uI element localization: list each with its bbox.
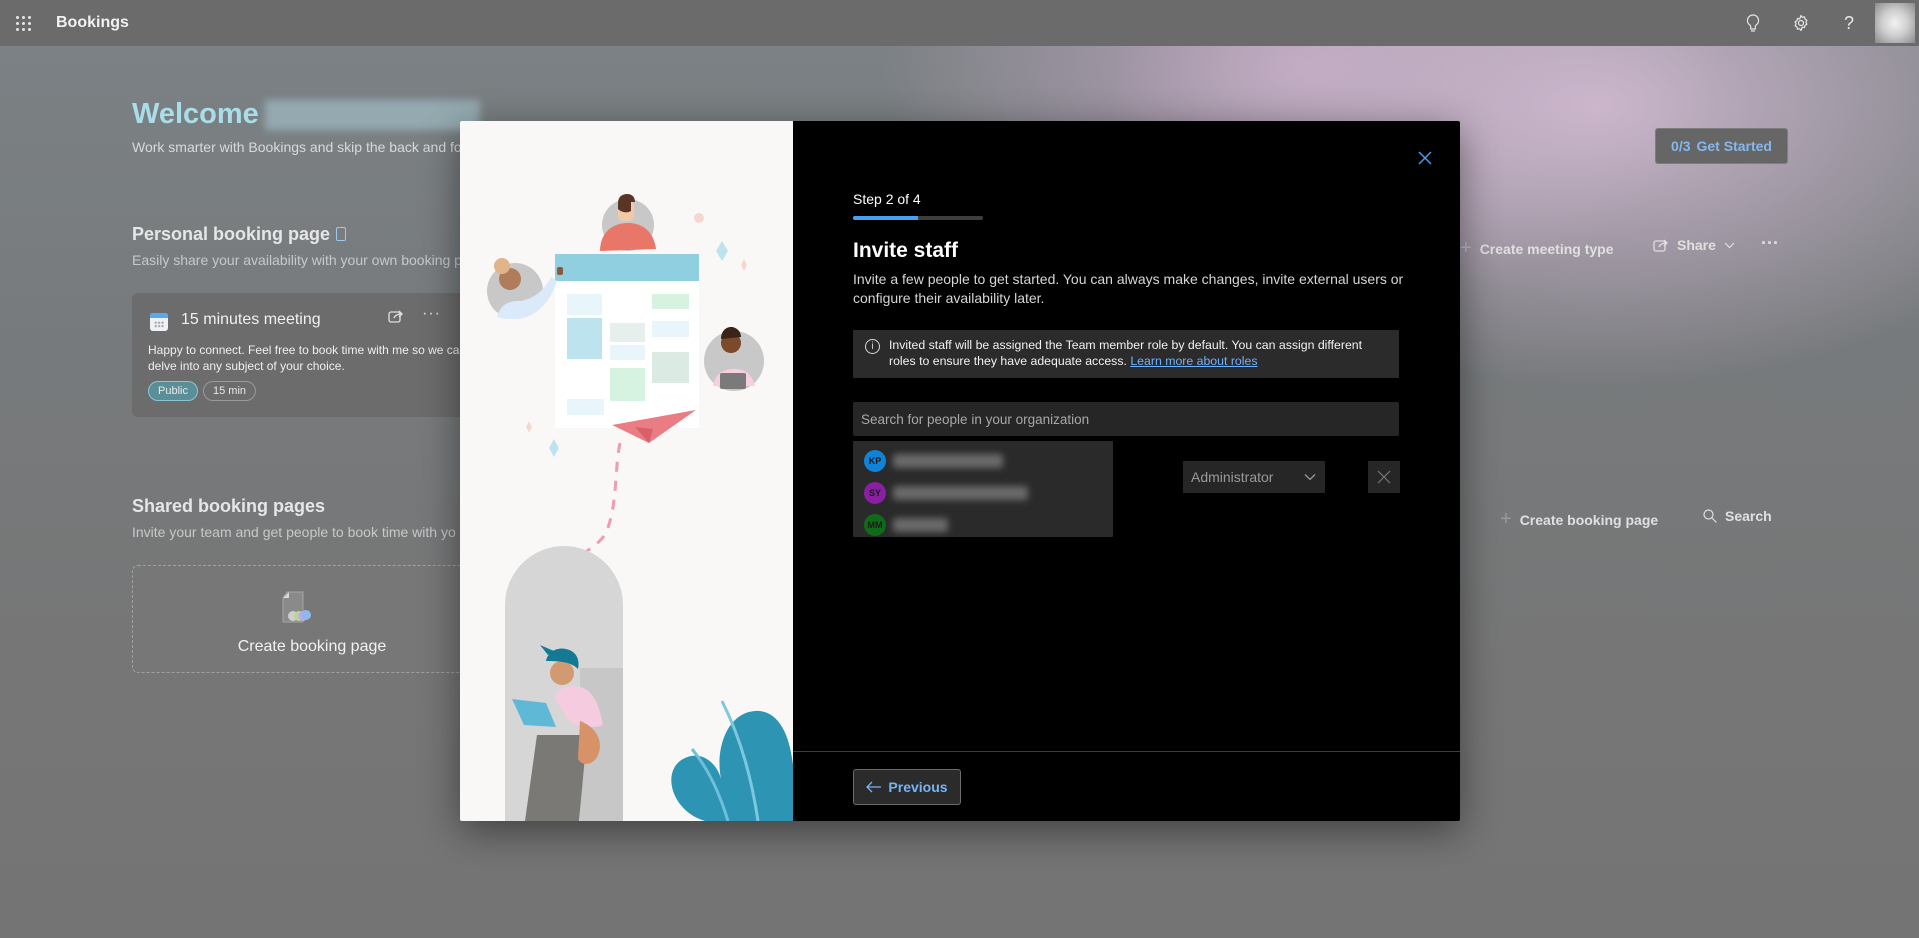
personal-booking-title-text: Personal booking page bbox=[132, 224, 331, 244]
step-progress-bar bbox=[853, 216, 983, 220]
create-booking-page-card[interactable]: Create booking page bbox=[132, 565, 492, 673]
close-dialog-button[interactable] bbox=[1414, 147, 1436, 169]
share-icon bbox=[388, 310, 403, 323]
share-button[interactable]: Share bbox=[1653, 237, 1735, 253]
top-bar: Bookings ? bbox=[0, 0, 1919, 46]
more-icon: ··· bbox=[422, 305, 441, 322]
welcome-heading: Welcome bbox=[132, 98, 480, 131]
dialog-title: Invite staff bbox=[853, 239, 959, 262]
people-suggestions-list: KP SY MM bbox=[853, 441, 1113, 537]
previous-button[interactable]: Previous bbox=[853, 769, 961, 805]
shared-booking-title: Shared booking pages bbox=[132, 496, 326, 516]
redacted-user-name bbox=[264, 100, 480, 131]
invite-staff-panel: Step 2 of 4 Invite staff Invite a few pe… bbox=[793, 121, 1460, 821]
visibility-badge: Public bbox=[148, 381, 198, 401]
personal-booking-subtitle: Easily share your availability with your… bbox=[132, 252, 462, 268]
waffle-icon bbox=[15, 15, 31, 31]
search-icon bbox=[1703, 509, 1717, 523]
info-icon: i bbox=[865, 339, 880, 354]
previous-label: Previous bbox=[888, 779, 948, 795]
help-icon: ? bbox=[1843, 12, 1854, 33]
shared-booking-subtitle: Invite your team and get people to book … bbox=[132, 524, 456, 540]
step-progress-fill bbox=[853, 216, 918, 220]
list-item[interactable]: KP bbox=[853, 445, 1113, 477]
copy-icon[interactable] bbox=[336, 227, 347, 241]
welcome-subtitle: Work smarter with Bookings and skip the … bbox=[132, 139, 462, 155]
create-booking-page-button[interactable]: + Create booking page bbox=[1500, 508, 1658, 531]
onboarding-illustration bbox=[460, 121, 793, 821]
whats-new-button[interactable] bbox=[1729, 0, 1777, 46]
people-search-input[interactable] bbox=[853, 402, 1399, 436]
create-booking-page-label: Create booking page bbox=[1519, 511, 1659, 528]
person-avatar: KP bbox=[864, 450, 886, 472]
info-message-bar: i Invited staff will be assigned the Tea… bbox=[853, 330, 1399, 378]
get-started-label: Get Started bbox=[1696, 138, 1772, 154]
arrow-left-icon bbox=[866, 781, 882, 793]
team-illustration bbox=[487, 194, 793, 821]
info-message-text: Invited staff will be assigned the Team … bbox=[889, 338, 1363, 368]
close-icon bbox=[1377, 470, 1391, 484]
learn-more-roles-link[interactable]: Learn more about roles bbox=[1130, 354, 1257, 368]
dialog-description: Invite a few people to get started. You … bbox=[853, 271, 1404, 306]
card-share-button[interactable] bbox=[388, 309, 404, 328]
person-avatar: SY bbox=[864, 482, 886, 504]
personal-booking-title: Personal booking page bbox=[132, 224, 347, 245]
plus-icon: + bbox=[1460, 237, 1472, 259]
create-meeting-type-button[interactable]: + Create meeting type bbox=[1460, 237, 1614, 260]
lightbulb-icon bbox=[1746, 14, 1760, 32]
role-dropdown[interactable]: Administrator bbox=[1183, 461, 1325, 493]
role-dropdown-value: Administrator bbox=[1191, 469, 1274, 485]
person-avatar: MM bbox=[864, 514, 886, 536]
create-booking-page-card-label: Create booking page bbox=[237, 638, 387, 655]
redacted-person-name bbox=[893, 518, 948, 532]
settings-button[interactable] bbox=[1777, 0, 1825, 46]
chevron-down-icon bbox=[1304, 474, 1316, 481]
redacted-person-name bbox=[893, 454, 1003, 468]
help-button[interactable]: ? bbox=[1825, 0, 1873, 46]
meeting-card-description: Happy to connect. Feel free to book time… bbox=[148, 343, 467, 373]
get-started-progress: 0/3 bbox=[1671, 138, 1691, 154]
invite-staff-dialog: Step 2 of 4 Invite staff Invite a few pe… bbox=[460, 121, 1460, 821]
meeting-card-title: 15 minutes meeting bbox=[181, 311, 321, 328]
duration-badge: 15 min bbox=[203, 381, 257, 401]
gear-icon bbox=[1794, 14, 1808, 32]
meeting-type-card[interactable]: 15 minutes meeting ··· Happy to connect.… bbox=[132, 293, 492, 417]
share-label: Share bbox=[1677, 237, 1716, 253]
more-options-button[interactable]: ··· bbox=[1761, 233, 1779, 254]
share-icon bbox=[1653, 239, 1668, 252]
app-launcher-button[interactable] bbox=[0, 0, 46, 46]
welcome-text: Welcome bbox=[132, 98, 259, 130]
search-button[interactable]: Search bbox=[1703, 508, 1772, 524]
list-item[interactable]: SY bbox=[853, 477, 1113, 509]
step-indicator: Step 2 of 4 bbox=[853, 191, 921, 207]
close-icon bbox=[1418, 151, 1432, 165]
create-meeting-type-label: Create meeting type bbox=[1479, 240, 1614, 257]
avatar[interactable] bbox=[1875, 3, 1915, 43]
footer-divider bbox=[793, 751, 1460, 752]
app-title[interactable]: Bookings bbox=[56, 14, 129, 32]
more-icon: ··· bbox=[1761, 233, 1779, 253]
list-item[interactable]: MM bbox=[853, 509, 1113, 541]
redacted-person-name bbox=[893, 486, 1028, 500]
card-more-button[interactable]: ··· bbox=[422, 305, 441, 323]
get-started-button[interactable]: 0/3 Get Started bbox=[1655, 128, 1788, 164]
search-label: Search bbox=[1725, 508, 1772, 524]
calendar-icon bbox=[150, 313, 168, 331]
remove-staff-button[interactable] bbox=[1368, 461, 1400, 493]
plus-icon: + bbox=[1500, 508, 1512, 530]
chevron-down-icon bbox=[1724, 242, 1735, 248]
booking-page-icon bbox=[282, 591, 311, 623]
